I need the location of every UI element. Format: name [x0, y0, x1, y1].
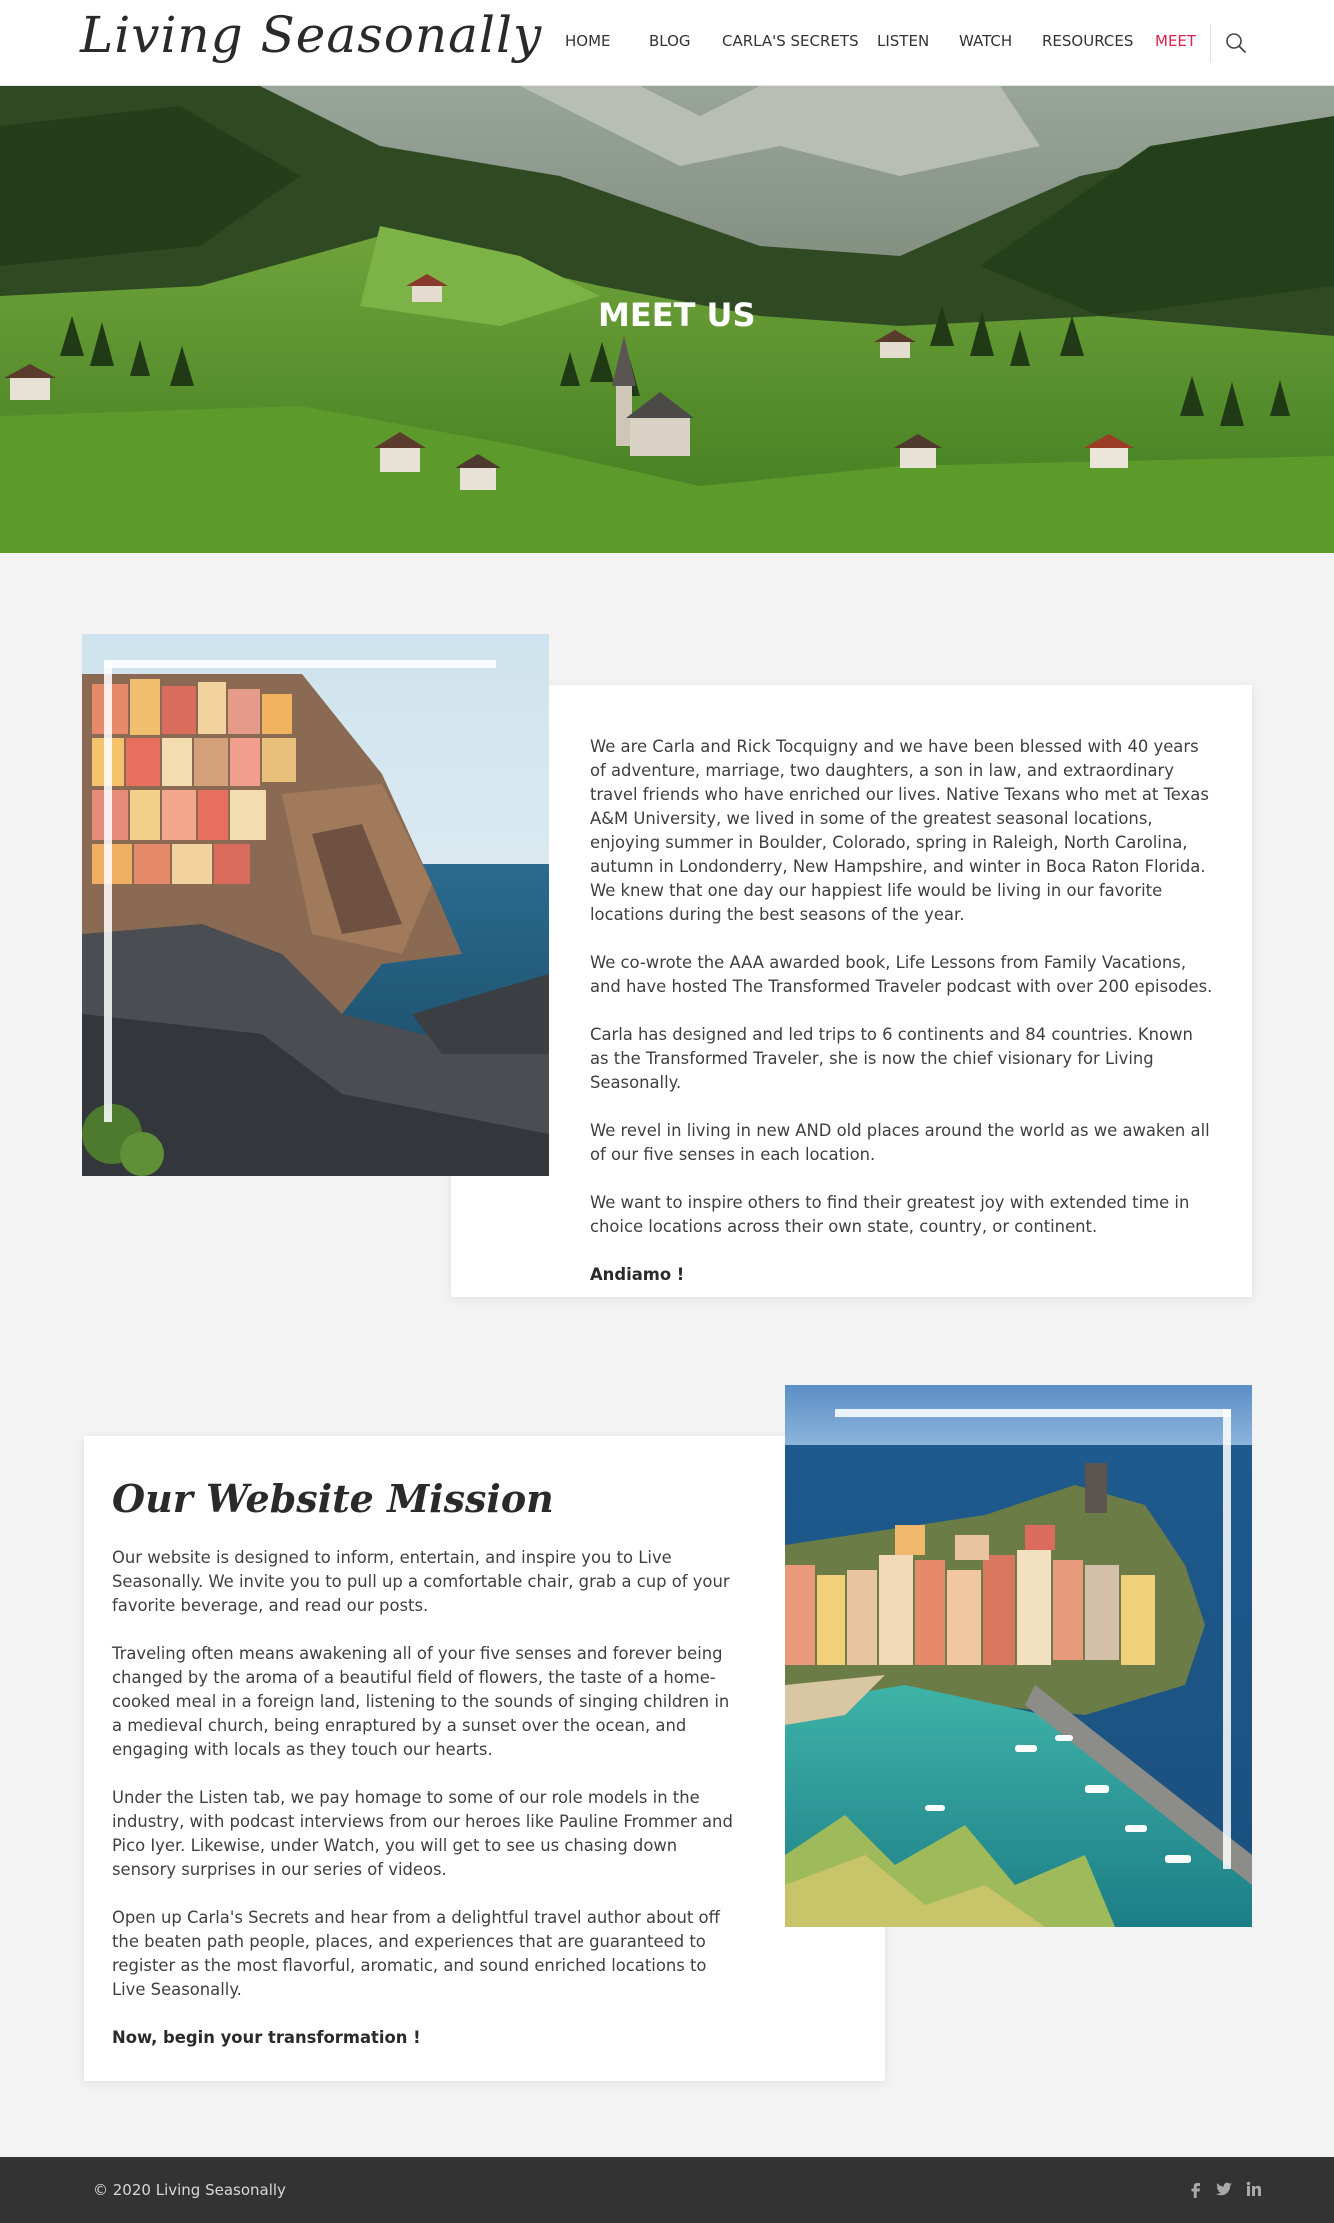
mission-title: Our Website Mission	[112, 1476, 554, 1521]
nav-home[interactable]: HOME	[565, 32, 611, 50]
nav-watch[interactable]: WATCH	[959, 32, 1012, 50]
photo-frame-top	[104, 660, 496, 668]
coastal-harbor-photo	[785, 1385, 1252, 1927]
photo-frame-right	[1223, 1409, 1231, 1869]
about-paragraph: We want to inspire others to find their …	[590, 1193, 1190, 1236]
nav-divider	[1210, 24, 1211, 62]
twitter-icon[interactable]	[1214, 2179, 1234, 2199]
mission-paragraph: Under the Listen tab, we pay homage to s…	[112, 1788, 733, 1879]
site-logo[interactable]: Living Seasonally	[80, 6, 542, 64]
about-paragraph: We co-wrote the AAA awarded book, Life L…	[590, 953, 1213, 996]
search-icon[interactable]	[1224, 31, 1248, 55]
photo-frame-left	[104, 660, 112, 1122]
mission-paragraph: Our website is designed to inform, enter…	[112, 1548, 730, 1615]
site-footer: © 2020 Living Seasonally	[0, 2157, 1334, 2223]
nav-blog[interactable]: BLOG	[649, 32, 691, 50]
hero-title: MEET US	[598, 296, 756, 334]
linkedin-icon[interactable]	[1244, 2179, 1264, 2199]
facebook-icon[interactable]	[1186, 2179, 1206, 2199]
nav-listen[interactable]: LISTEN	[877, 32, 929, 50]
photo-frame-top	[835, 1409, 1231, 1417]
mission-paragraph: Open up Carla's Secrets and hear from a …	[112, 1908, 720, 1999]
about-paragraph: Carla has designed and led trips to 6 co…	[590, 1025, 1193, 1092]
mission-paragraph: Traveling often means awakening all of y…	[112, 1644, 730, 1759]
mission-closing: Now, begin your transformation !	[112, 2028, 421, 2047]
about-paragraph: We are Carla and Rick Tocquigny and we h…	[590, 737, 1209, 924]
about-card: We are Carla and Rick Tocquigny and we h…	[451, 685, 1252, 1297]
nav-meet[interactable]: MEET	[1155, 32, 1196, 50]
mission-card: Our Website Mission Our website is desig…	[84, 1436, 885, 2081]
hero-banner: MEET US	[0, 86, 1334, 553]
about-text: We are Carla and Rick Tocquigny and we h…	[590, 735, 1215, 1311]
footer-copyright: © 2020 Living Seasonally	[93, 2181, 286, 2199]
about-paragraph: We revel in living in new AND old places…	[590, 1121, 1210, 1164]
nav-resources[interactable]: RESOURCES	[1042, 32, 1133, 50]
about-closing: Andiamo !	[590, 1265, 685, 1284]
nav-carlas-secrets[interactable]: CARLA'S SECRETS	[722, 32, 859, 50]
cliff-village-photo	[82, 634, 549, 1176]
site-header: Living Seasonally HOME BLOG CARLA'S SECR…	[0, 0, 1334, 86]
mission-text: Our Website Mission Our website is desig…	[112, 1476, 742, 2074]
